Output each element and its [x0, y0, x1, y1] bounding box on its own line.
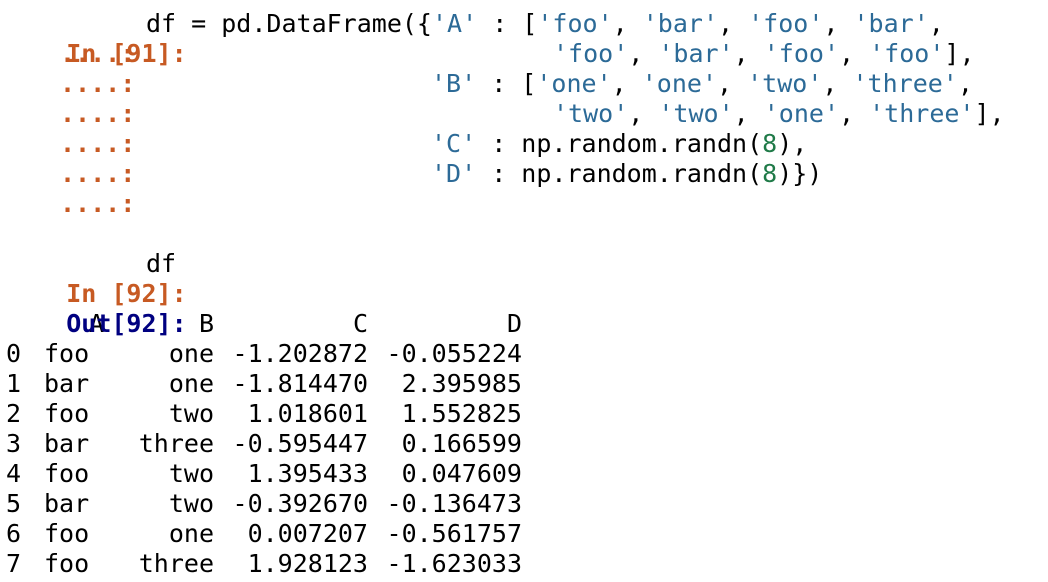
cell-c: 1.018601	[247, 399, 368, 428]
table-row: 6 foo one 0.007207 -0.561757	[6, 519, 522, 549]
cell-d: 2.395985	[401, 369, 522, 398]
cell-d: 0.047609	[401, 459, 522, 488]
cell-a: foo	[44, 519, 90, 548]
cell-b: two	[168, 489, 214, 518]
input-line-91-2: ....: 'foo', 'bar', 'foo', 'foo'],	[6, 39, 1048, 69]
cell-a: foo	[44, 459, 90, 488]
table-row: 0 foo one -1.202872 -0.055224	[6, 339, 522, 369]
cell-c: 1.395433	[247, 459, 368, 488]
continuation-prompt: ....:	[60, 189, 136, 218]
cell-d: 0.166599	[401, 429, 522, 458]
continuation-prompt: ....:	[60, 39, 136, 68]
cell-b: one	[168, 519, 214, 548]
continuation-prompt: ....:	[60, 129, 136, 158]
cell-a: foo	[44, 399, 90, 428]
code-text: 'D' : np.random.randn(8)})	[431, 159, 823, 188]
input-line-91-3: ....: 'B' : ['one', 'one', 'two', 'three…	[6, 69, 1048, 99]
input-line-91-6: ....: 'D' : np.random.randn(8)})	[6, 159, 1048, 189]
continuation-prompt: ....:	[60, 69, 136, 98]
code-text: 'two', 'two', 'one', 'three'],	[553, 99, 1005, 128]
cell-a: bar	[44, 429, 90, 458]
cell-c: -1.814470	[232, 369, 368, 398]
cell-c: -0.392670	[232, 489, 368, 518]
dataframe-output: A B C D 0 foo one -1.202872 -0.055224 1 bar one…	[6, 309, 522, 579]
cell-c: -1.202872	[232, 339, 368, 368]
cell-d: -0.055224	[386, 339, 522, 368]
cell-b: two	[168, 459, 214, 488]
continuation-prompt: ....:	[60, 159, 136, 188]
input-line-92: In [92]: df	[6, 249, 1048, 308]
row-index: 2	[6, 399, 22, 428]
input-line-91-1: In [91]: df = pd.DataFrame({'A' : ['foo'…	[6, 9, 1048, 68]
row-index: 5	[6, 489, 22, 518]
row-index: 3	[6, 429, 22, 458]
table-row: 4 foo two 1.395433 0.047609	[6, 459, 522, 489]
column-header-c: C	[352, 309, 368, 338]
cell-b: two	[168, 399, 214, 428]
row-index: 1	[6, 369, 22, 398]
cell-c: 0.007207	[247, 519, 368, 548]
cell-b: three	[138, 429, 214, 458]
output-prompt-line: Out[92]:	[6, 279, 1048, 338]
code-text: df = pd.DataFrame({'A' : ['foo', 'bar', …	[146, 9, 944, 38]
cell-c: 1.928123	[247, 549, 368, 578]
input-line-91-7: ....:	[6, 189, 1048, 219]
cell-d: 1.552825	[401, 399, 522, 428]
table-row: 3 bar three -0.595447 0.166599	[6, 429, 522, 459]
cell-b: one	[168, 339, 214, 368]
out-prompt-92: Out[92]:	[66, 309, 187, 338]
continuation-prompt: ....:	[60, 99, 136, 128]
code-text: df	[146, 249, 177, 278]
table-row: 7 foo three 1.928123 -1.623033	[6, 549, 522, 579]
code-text: 'foo', 'bar', 'foo', 'foo'],	[553, 39, 975, 68]
cell-d: -0.561757	[386, 519, 522, 548]
input-line-91-4: ....: 'two', 'two', 'one', 'three'],	[6, 99, 1048, 129]
cell-a: bar	[44, 489, 90, 518]
row-index: 4	[6, 459, 22, 488]
table-row: 1 bar one -1.814470 2.395985	[6, 369, 522, 399]
row-index: 7	[6, 549, 22, 578]
row-index: 6	[6, 519, 22, 548]
column-header-d: D	[506, 309, 522, 338]
cell-b: three	[138, 549, 214, 578]
input-line-91-5: ....: 'C' : np.random.randn(8),	[6, 129, 1048, 159]
table-row: 5 bar two -0.392670 -0.136473	[6, 489, 522, 519]
dataframe-body: 0 foo one -1.202872 -0.055224 1 bar one -1.81447…	[6, 339, 522, 579]
cell-a: foo	[44, 339, 90, 368]
cell-c: -0.595447	[232, 429, 368, 458]
cell-d: -1.623033	[386, 549, 522, 578]
cell-b: one	[168, 369, 214, 398]
cell-d: -0.136473	[386, 489, 522, 518]
cell-a: foo	[44, 549, 90, 578]
code-text: 'C' : np.random.randn(8),	[431, 129, 808, 158]
code-text: 'B' : ['one', 'one', 'two', 'three',	[431, 69, 973, 98]
table-row: 2 foo two 1.018601 1.552825	[6, 399, 522, 429]
ipython-console: In [91]: df = pd.DataFrame({'A' : ['foo'…	[0, 9, 1048, 582]
cell-a: bar	[44, 369, 90, 398]
